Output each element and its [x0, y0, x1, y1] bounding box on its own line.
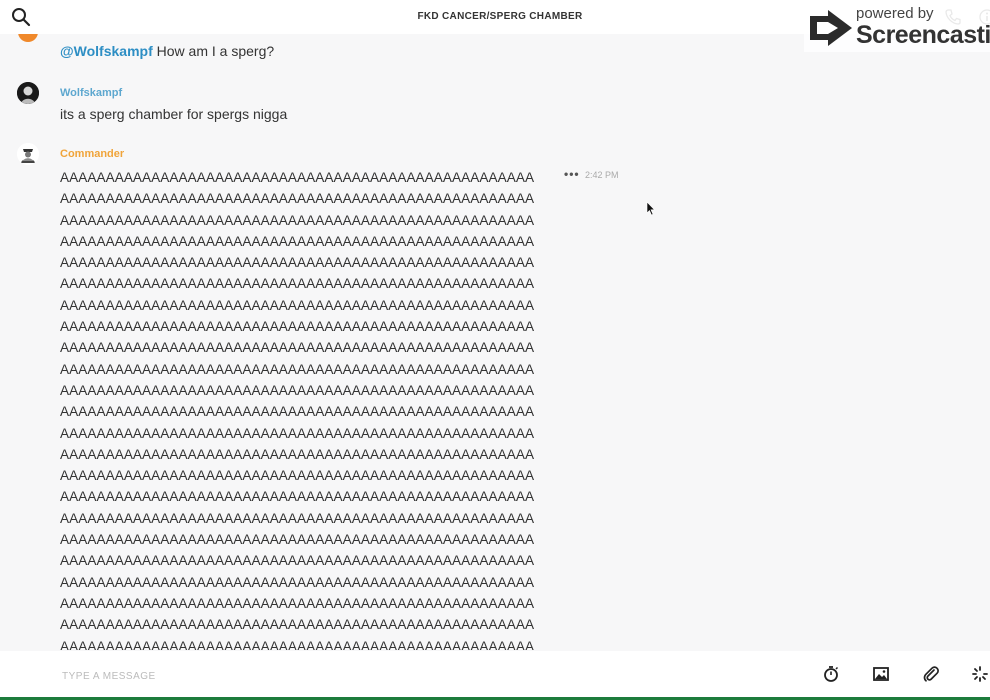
- message-line: AAAAAAAAAAAAAAAAAAAAAAAAAAAAAAAAAAAAAAAA…: [60, 191, 535, 207]
- message-line: AAAAAAAAAAAAAAAAAAAAAAAAAAAAAAAAAAAAAAAA…: [60, 532, 535, 548]
- mouse-pointer-icon: [646, 201, 656, 216]
- spinner-icon[interactable]: [971, 665, 989, 683]
- message-line: AAAAAAAAAAAAAAAAAAAAAAAAAAAAAAAAAAAAAAAA…: [60, 276, 535, 292]
- message-line: AAAAAAAAAAAAAAAAAAAAAAAAAAAAAAAAAAAAAAAA…: [60, 212, 535, 228]
- message-composer: [0, 651, 990, 698]
- message-line: AAAAAAAAAAAAAAAAAAAAAAAAAAAAAAAAAAAAAAAA…: [60, 297, 535, 313]
- message-author[interactable]: Wolfskampf: [60, 87, 122, 99]
- message-line: AAAAAAAAAAAAAAAAAAAAAAAAAAAAAAAAAAAAAAAA…: [60, 574, 535, 590]
- message-line: AAAAAAAAAAAAAAAAAAAAAAAAAAAAAAAAAAAAAAAA…: [60, 233, 535, 249]
- message-line: AAAAAAAAAAAAAAAAAAAAAAAAAAAAAAAAAAAAAAAA…: [60, 446, 535, 462]
- message-line: AAAAAAAAAAAAAAAAAAAAAAAAAAAAAAAAAAAAAAAA…: [60, 319, 535, 335]
- timer-icon[interactable]: [822, 665, 840, 683]
- message-line: AAAAAAAAAAAAAAAAAAAAAAAAAAAAAAAAAAAAAAAA…: [60, 255, 535, 271]
- image-icon[interactable]: [872, 665, 890, 683]
- message-body: How am I a sperg?: [152, 43, 275, 59]
- message-line: AAAAAAAAAAAAAAAAAAAAAAAAAAAAAAAAAAAAAAAA…: [60, 468, 535, 484]
- watermark-brand-text: Screencastify: [856, 21, 990, 49]
- screencastify-watermark: powered by Screencastify: [804, 2, 990, 52]
- message-line: AAAAAAAAAAAAAAAAAAAAAAAAAAAAAAAAAAAAAAAA…: [60, 553, 535, 569]
- message-line: AAAAAAAAAAAAAAAAAAAAAAAAAAAAAAAAAAAAAAAA…: [60, 638, 535, 650]
- message-line: AAAAAAAAAAAAAAAAAAAAAAAAAAAAAAAAAAAAAAAA…: [60, 340, 535, 356]
- screencastify-logo-icon: [808, 8, 854, 48]
- message-text: AAAAAAAAAAAAAAAAAAAAAAAAAAAAAAAAAAAAAAAA…: [60, 167, 560, 650]
- message-line: AAAAAAAAAAAAAAAAAAAAAAAAAAAAAAAAAAAAAAAA…: [60, 595, 535, 611]
- message-options-button[interactable]: •••: [564, 167, 580, 181]
- user-mention[interactable]: @Wolfskampf: [60, 43, 153, 59]
- avatar[interactable]: [17, 143, 39, 165]
- message-line: AAAAAAAAAAAAAAAAAAAAAAAAAAAAAAAAAAAAAAAA…: [60, 489, 535, 505]
- message-line: AAAAAAAAAAAAAAAAAAAAAAAAAAAAAAAAAAAAAAAA…: [60, 361, 535, 377]
- avatar[interactable]: [17, 82, 39, 104]
- message-line: AAAAAAAAAAAAAAAAAAAAAAAAAAAAAAAAAAAAAAAA…: [60, 425, 535, 441]
- message-line: AAAAAAAAAAAAAAAAAAAAAAAAAAAAAAAAAAAAAAAA…: [60, 510, 535, 526]
- message-line: AAAAAAAAAAAAAAAAAAAAAAAAAAAAAAAAAAAAAAAA…: [60, 404, 535, 420]
- watermark-powered-text: powered by: [856, 5, 934, 22]
- message-author[interactable]: Commander: [60, 148, 124, 160]
- message-line: AAAAAAAAAAAAAAAAAAAAAAAAAAAAAAAAAAAAAAAA…: [60, 382, 535, 398]
- message-line: AAAAAAAAAAAAAAAAAAAAAAAAAAAAAAAAAAAAAAAA…: [60, 617, 535, 633]
- paperclip-icon[interactable]: [922, 665, 940, 683]
- message-text: its a sperg chamber for spergs nigga: [60, 106, 288, 122]
- message-input[interactable]: [60, 665, 764, 687]
- message-timestamp: 2:42 PM: [585, 170, 619, 180]
- message-text: @Wolfskampf How am I a sperg?: [60, 43, 274, 59]
- message-line: AAAAAAAAAAAAAAAAAAAAAAAAAAAAAAAAAAAAAAAA…: [60, 170, 535, 185]
